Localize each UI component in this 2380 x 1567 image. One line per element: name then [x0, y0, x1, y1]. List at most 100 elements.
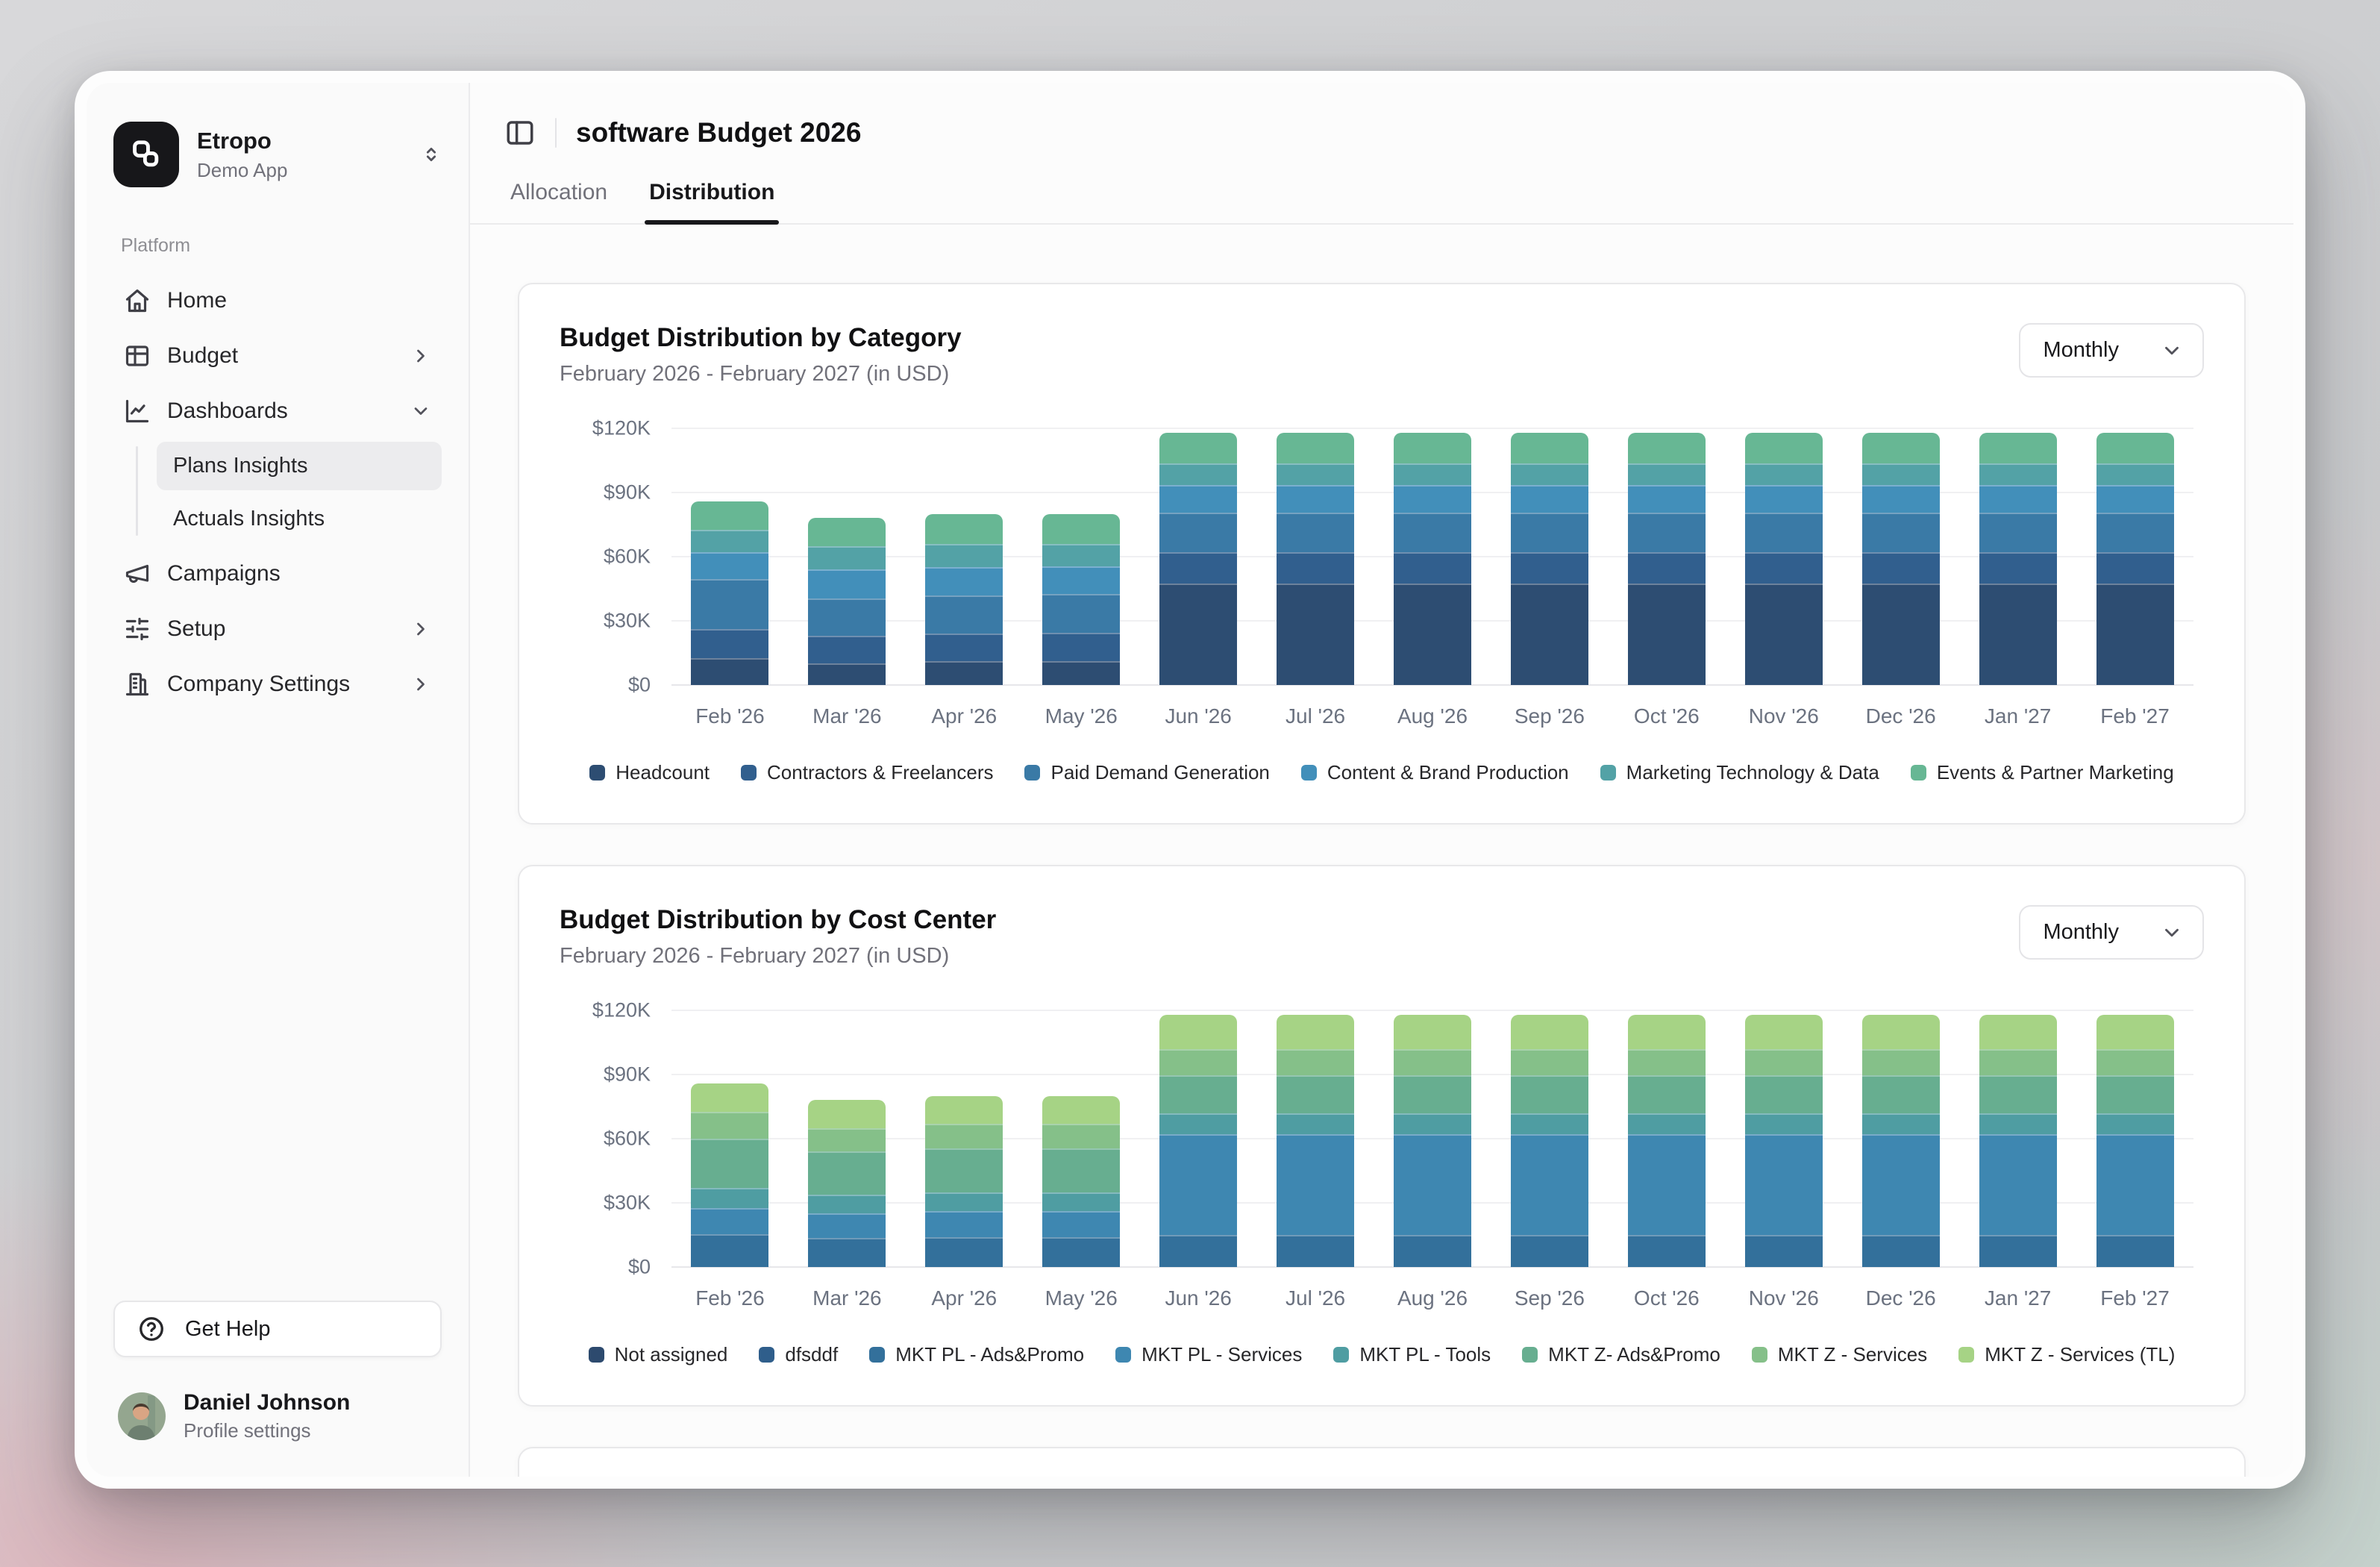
sidebar-footer: Get Help Daniel Johnson Profile settings [113, 1301, 442, 1442]
bar-segment [691, 1208, 768, 1233]
bar-segment [1394, 1113, 1471, 1135]
bar-segment [1862, 1015, 1940, 1049]
bar-segment [925, 634, 1003, 661]
bar-segment [1628, 1049, 1706, 1076]
legend-item: MKT Z - Services [1752, 1343, 1927, 1366]
interval-select[interactable]: Monthly [2019, 323, 2204, 378]
content-scroll-area[interactable]: Budget Distribution by Category February… [470, 225, 2293, 1477]
bar-Apr '26 [925, 1096, 1003, 1267]
bar-May '26 [1042, 514, 1120, 685]
chevron-right-icon [410, 345, 431, 366]
bar-segment [1159, 552, 1237, 584]
x-tick-label: Jun '26 [1140, 704, 1257, 728]
bar-segment [808, 569, 886, 598]
bar-segment [1159, 584, 1237, 685]
bar-segment [1277, 552, 1354, 584]
bar-segment [1159, 1113, 1237, 1135]
chart-subtitle: February 2026 - February 2027 (in USD) [560, 944, 996, 969]
bar-segment [691, 530, 768, 552]
user-profile[interactable]: Daniel Johnson Profile settings [113, 1390, 442, 1442]
x-tick-label: Dec '26 [1842, 1286, 1959, 1310]
legend-swatch-icon [1600, 765, 1616, 781]
sidebar-item-dashboards[interactable]: Dashboards [113, 387, 442, 436]
bar-segment [1628, 552, 1706, 584]
bar-segment [808, 598, 886, 636]
bar-segment [808, 1100, 886, 1127]
y-tick-label: $0 [628, 1256, 651, 1279]
get-help-button[interactable]: Get Help [113, 1301, 442, 1357]
legend-label: Content & Brand Production [1327, 761, 1569, 784]
legend-item: Events & Partner Marketing [1911, 761, 2174, 784]
tab-bar: Allocation Distribution [504, 180, 2259, 223]
bar-segment [2096, 513, 2174, 552]
bar-segment [1979, 1113, 2057, 1135]
workspace-switcher[interactable]: Etropo Demo App [113, 122, 442, 187]
bar-segment [2096, 1075, 2174, 1113]
bar-segment [925, 567, 1003, 595]
legend-item: dfsddf [759, 1343, 838, 1366]
bar-segment [1979, 513, 2057, 552]
x-tick-label: May '26 [1023, 1286, 1140, 1310]
user-profile-settings: Profile settings [184, 1419, 350, 1442]
bar-segment [1979, 552, 2057, 584]
legend-label: Contractors & Freelancers [767, 761, 993, 784]
bar-segment [1979, 1235, 2057, 1267]
bar-segment [1979, 433, 2057, 464]
bar-segment [1042, 1096, 1120, 1124]
bar-segment [1159, 485, 1237, 513]
chevron-right-icon [410, 674, 431, 695]
bar-segment [1862, 1134, 1940, 1235]
sidebar-item-campaigns[interactable]: Campaigns [113, 549, 442, 598]
main-panel: software Budget 2026 Allocation Distribu… [469, 83, 2293, 1477]
x-tick-label: Mar '26 [789, 1286, 906, 1310]
bar-segment [1511, 513, 1588, 552]
sidebar-item-actuals-insights[interactable]: Actuals Insights [157, 495, 442, 543]
legend-swatch-icon [589, 1347, 604, 1363]
bar-Feb '27 [2096, 433, 2174, 685]
bar-segment [925, 595, 1003, 634]
sidebar-item-company-settings[interactable]: Company Settings [113, 660, 442, 709]
tab-distribution[interactable]: Distribution [649, 180, 774, 223]
legend-label: MKT PL - Tools [1359, 1343, 1491, 1366]
bar-segment [1862, 1235, 1940, 1267]
bar-segment [691, 1083, 768, 1113]
app-name: Etropo [197, 128, 403, 154]
bar-segment [1628, 463, 1706, 485]
sidebar-toggle-icon[interactable] [504, 117, 536, 148]
app-subtitle: Demo App [197, 159, 403, 182]
sidebar-item-setup[interactable]: Setup [113, 604, 442, 654]
bar-segment [1628, 1235, 1706, 1267]
y-tick-label: $30K [604, 1192, 651, 1215]
bar-segment [1862, 552, 1940, 584]
bar-segment [1745, 584, 1823, 685]
bar-segment [1277, 584, 1354, 685]
bar-segment [1394, 1049, 1471, 1076]
bar-segment [1628, 513, 1706, 552]
legend-item: Paid Demand Generation [1024, 761, 1269, 784]
bar-segment [808, 546, 886, 570]
bar-segment [808, 1195, 886, 1214]
y-tick-label: $120K [592, 417, 651, 440]
bar-segment [808, 636, 886, 663]
help-circle-icon [137, 1315, 166, 1343]
x-tick-label: Jul '26 [1257, 1286, 1374, 1310]
bar-segment [1159, 463, 1237, 485]
bar-segment [1628, 1015, 1706, 1049]
tab-allocation[interactable]: Allocation [510, 180, 607, 223]
x-axis: Feb '26Mar '26Apr '26May '26Jun '26Jul '… [671, 704, 2193, 728]
legend-item: Marketing Technology & Data [1600, 761, 1879, 784]
bar-segment [1159, 1015, 1237, 1049]
x-tick-label: Feb '26 [671, 704, 789, 728]
bar-segment [808, 1213, 886, 1238]
interval-select[interactable]: Monthly [2019, 905, 2204, 960]
legend-swatch-icon [869, 1347, 885, 1363]
bar-segment [691, 1112, 768, 1139]
bar-segment [1745, 1015, 1823, 1049]
sidebar-item-plans-insights[interactable]: Plans Insights [157, 442, 442, 490]
sidebar-item-budget[interactable]: Budget [113, 331, 442, 381]
stacked-bar-chart: $0$30K$60K$90K$120K [560, 1010, 2204, 1267]
sidebar-item-home[interactable]: Home [113, 276, 442, 325]
bar-segment [1159, 1235, 1237, 1267]
bar-segment [2096, 433, 2174, 464]
table-icon [124, 343, 151, 369]
